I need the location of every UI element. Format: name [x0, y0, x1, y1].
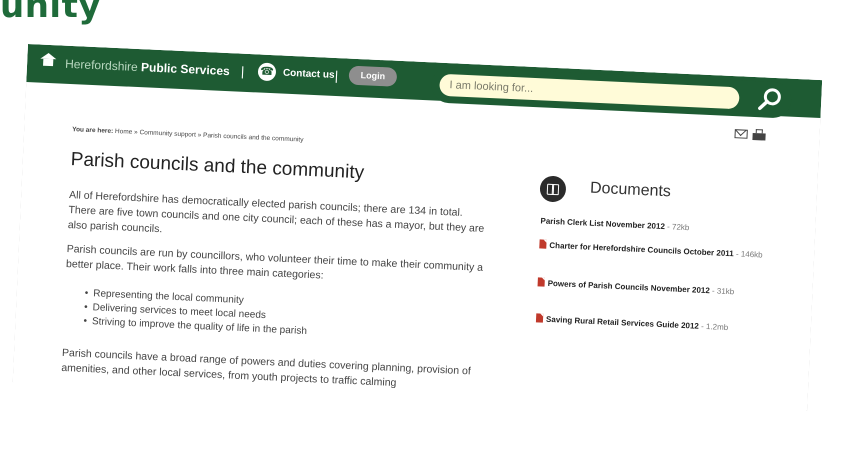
- document-size: - 1.2mb: [698, 321, 729, 333]
- document-link[interactable]: Parish Clerk List November 2012 - 72kb: [540, 215, 770, 237]
- print-icon[interactable]: [752, 129, 766, 142]
- webpage-screenshot-card: Herefordshire Public Services | ☎ Contac…: [11, 44, 822, 452]
- utility-icons: [734, 128, 775, 144]
- documents-title: Documents: [589, 179, 672, 201]
- pdf-icon: [536, 313, 543, 322]
- pdf-icon: [539, 239, 546, 248]
- document-name: Saving Rural Retail Services Guide 2012: [545, 314, 700, 331]
- document-name: Charter for Herefordshire Councils Octob…: [549, 240, 734, 259]
- breadcrumb-prefix: You are here:: [72, 126, 114, 135]
- phone-icon: ☎: [258, 62, 277, 81]
- document-size: - 146kb: [733, 249, 763, 260]
- nav-separator: |: [334, 67, 339, 84]
- site-name-prefix: Herefordshire: [64, 56, 139, 74]
- site-name-main: Public Services: [140, 60, 231, 79]
- document-size: - 72kb: [664, 222, 690, 233]
- book-icon: [539, 175, 566, 202]
- document-link[interactable]: Charter for Herefordshire Councils Octob…: [539, 239, 769, 261]
- mail-icon[interactable]: [734, 129, 747, 139]
- document-link[interactable]: Powers of Parish Councils November 2012 …: [537, 277, 767, 299]
- site-name-link[interactable]: Herefordshire Public Services: [65, 57, 230, 78]
- search-icon[interactable]: [756, 85, 785, 114]
- nav-separator: |: [240, 63, 245, 79]
- categories-list: Representing the local community Deliver…: [93, 287, 308, 339]
- document-name: Powers of Parish Councils November 2012: [547, 278, 710, 296]
- page-title: Parish councils and the community: [70, 149, 365, 184]
- home-icon[interactable]: [41, 58, 56, 71]
- document-name: Parish Clerk List November 2012: [540, 216, 666, 232]
- login-button[interactable]: Login: [348, 66, 397, 87]
- document-size: - 31kb: [709, 286, 735, 297]
- search-bar: [431, 66, 792, 118]
- document-icon: [531, 404, 556, 429]
- pdf-icon: [538, 277, 545, 286]
- breadcrumb: You are here: Home » Community support »…: [72, 126, 304, 143]
- councillors-paragraph: Parish councils are run by councillors, …: [65, 242, 484, 282]
- related-pages-title: Related pages: [581, 408, 686, 431]
- powers-paragraph: Parish councils have a broad range of po…: [61, 346, 472, 390]
- background-heading: unity: [0, 0, 101, 26]
- intro-paragraph: All of Herefordshire has democratically …: [67, 189, 485, 236]
- document-link[interactable]: Saving Rural Retail Services Guide 2012 …: [536, 313, 766, 335]
- breadcrumb-path[interactable]: Home » Community support » Parish counci…: [115, 128, 304, 144]
- search-input[interactable]: [439, 74, 740, 110]
- contact-us-link[interactable]: Contact us: [283, 68, 335, 81]
